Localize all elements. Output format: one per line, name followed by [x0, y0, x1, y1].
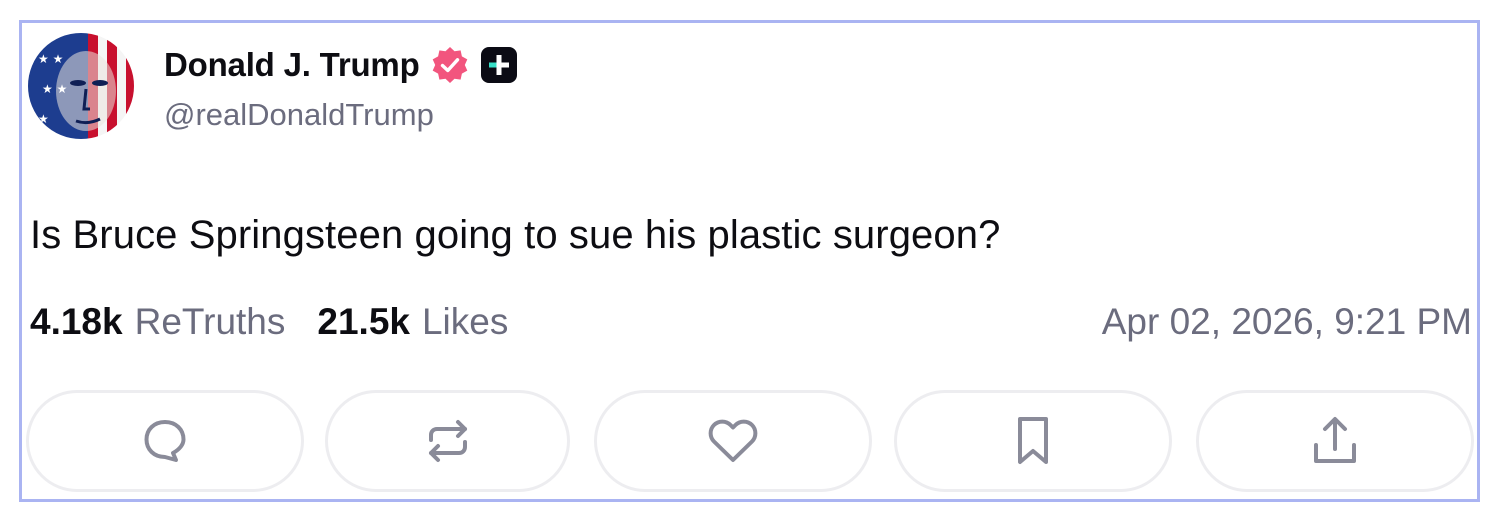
- like-button[interactable]: [594, 390, 872, 492]
- post-timestamp: Apr 02, 2026, 9:21 PM: [1101, 301, 1472, 342]
- author-name-row: Donald J. Trump: [164, 43, 518, 87]
- heart-icon: [708, 419, 758, 462]
- post-text: Is Bruce Springsteen going to sue his pl…: [30, 213, 1001, 257]
- share-button[interactable]: [1196, 390, 1474, 492]
- retruths-count[interactable]: 4.18k: [30, 301, 123, 343]
- bookmark-icon: [1018, 417, 1048, 464]
- bookmark-button[interactable]: [894, 390, 1172, 492]
- likes-count[interactable]: 21.5k: [317, 301, 410, 343]
- svg-text:★ ★: ★ ★: [38, 52, 63, 66]
- likes-label[interactable]: Likes: [422, 301, 508, 343]
- author-handle[interactable]: @realDonaldTrump: [164, 97, 434, 133]
- reply-button[interactable]: [26, 390, 304, 492]
- repost-icon: [428, 420, 467, 462]
- svg-text:★ ★: ★ ★: [42, 82, 67, 96]
- flag-portrait-avatar: ★ ★ ★ ★ ★: [28, 33, 134, 139]
- avatar[interactable]: ★ ★ ★ ★ ★: [28, 33, 134, 139]
- svg-text:★: ★: [38, 112, 49, 126]
- post-stats: 4.18k ReTruths 21.5k Likes: [30, 301, 508, 343]
- author-display-name[interactable]: Donald J. Trump: [164, 46, 420, 84]
- post-card: ★ ★ ★ ★ ★ Donald J. Trump @realDonaldTru…: [19, 20, 1480, 502]
- verified-badge-icon: [430, 45, 470, 85]
- retruth-button[interactable]: [325, 390, 570, 492]
- plus-badge-icon: [480, 46, 518, 84]
- comment-icon: [144, 420, 186, 462]
- share-icon: [1314, 417, 1356, 463]
- retruths-label[interactable]: ReTruths: [135, 301, 286, 343]
